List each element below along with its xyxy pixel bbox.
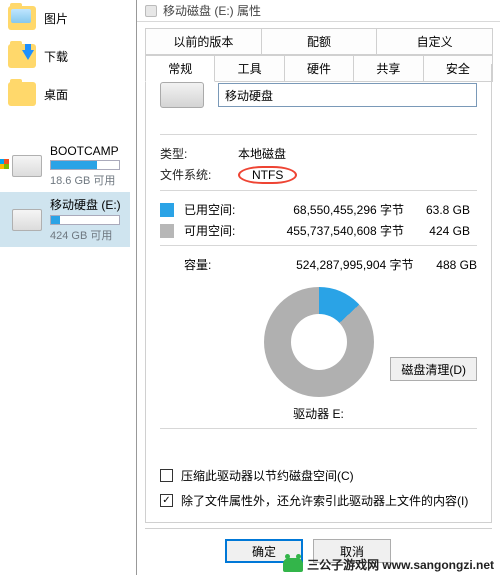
sidebar-drive-bootcamp[interactable]: BOOTCAMP 18.6 GB 可用 [0, 140, 130, 192]
drive-name: 移动硬盘 (E:) [50, 196, 121, 213]
free-swatch [160, 224, 174, 238]
free-gb: 424 GB [414, 224, 470, 238]
capacity-bytes: 524,287,995,904 字节 [270, 256, 413, 273]
type-value: 本地磁盘 [238, 145, 286, 162]
drive-caption: 驱动器 E: [160, 405, 477, 422]
drive-icon [12, 155, 42, 177]
free-label: 可用空间: [184, 222, 244, 239]
tab-customize[interactable]: 自定义 [376, 28, 493, 55]
sidebar-label: 下载 [44, 48, 68, 65]
index-label: 除了文件属性外，还允许索引此驱动器上文件的内容(I) [181, 492, 468, 509]
drive-icon [160, 82, 204, 108]
index-checkbox-row[interactable]: 除了文件属性外，还允许索引此驱动器上文件的内容(I) [160, 492, 477, 509]
drive-subtext: 18.6 GB 可用 [50, 172, 120, 188]
sidebar-drive-removable[interactable]: 移动硬盘 (E:) 424 GB 可用 [0, 192, 130, 247]
tab-quota[interactable]: 配额 [261, 28, 378, 55]
desktop-folder-icon [8, 82, 36, 106]
sidebar-folder-pictures[interactable]: 图片 [0, 0, 130, 36]
compress-checkbox-row[interactable]: 压缩此驱动器以节约磁盘空间(C) [160, 467, 477, 484]
drive-name-input[interactable] [218, 83, 477, 107]
drive-icon [145, 5, 157, 17]
tab-general[interactable]: 常规 [145, 55, 215, 82]
dialog-titlebar: 移动磁盘 (E:) 属性 [137, 0, 500, 22]
tab-previous-versions[interactable]: 以前的版本 [145, 28, 262, 55]
free-bytes: 455,737,540,608 字节 [254, 222, 404, 239]
checkbox-checked-icon [160, 494, 173, 507]
type-label: 类型: [160, 145, 220, 162]
downloads-folder-icon [8, 44, 36, 68]
sidebar-folder-desktop[interactable]: 桌面 [0, 76, 130, 112]
used-label: 已用空间: [184, 201, 244, 218]
sidebar-label: 桌面 [44, 86, 68, 103]
filesystem-label: 文件系统: [160, 166, 220, 184]
explorer-sidebar: 图片 下载 桌面 BOOTCAMP 18.6 GB 可用 移动硬盘 (E:) 4… [0, 0, 130, 247]
used-gb: 63.8 GB [414, 203, 470, 217]
drive-name: BOOTCAMP [50, 144, 120, 158]
usage-bar [50, 160, 120, 170]
used-bytes: 68,550,455,296 字节 [254, 201, 404, 218]
android-icon [283, 558, 303, 572]
tab-panel-general: 类型: 本地磁盘 文件系统: NTFS 已用空间: 68,550,455,296 字… [145, 64, 492, 523]
usage-bar [50, 215, 120, 225]
dialog-title: 移动磁盘 (E:) 属性 [163, 2, 261, 19]
drive-subtext: 424 GB 可用 [50, 227, 121, 243]
checkbox-icon [160, 469, 173, 482]
pictures-folder-icon [8, 6, 36, 30]
drive-icon [12, 209, 42, 231]
watermark: 三公子游戏网 www.sangongzi.net [283, 556, 494, 573]
properties-dialog: 移动磁盘 (E:) 属性 以前的版本 配额 自定义 常规 工具 硬件 共享 安全… [136, 0, 500, 575]
sidebar-folder-downloads[interactable]: 下载 [0, 38, 130, 74]
compress-label: 压缩此驱动器以节约磁盘空间(C) [181, 467, 354, 484]
sidebar-label: 图片 [44, 10, 68, 27]
used-swatch [160, 203, 174, 217]
filesystem-value: NTFS [238, 166, 297, 184]
disk-cleanup-button[interactable]: 磁盘清理(D) [390, 357, 477, 381]
capacity-gb: 488 GB [424, 258, 477, 272]
capacity-label: 容量: [184, 256, 260, 273]
usage-donut-chart [264, 287, 374, 397]
